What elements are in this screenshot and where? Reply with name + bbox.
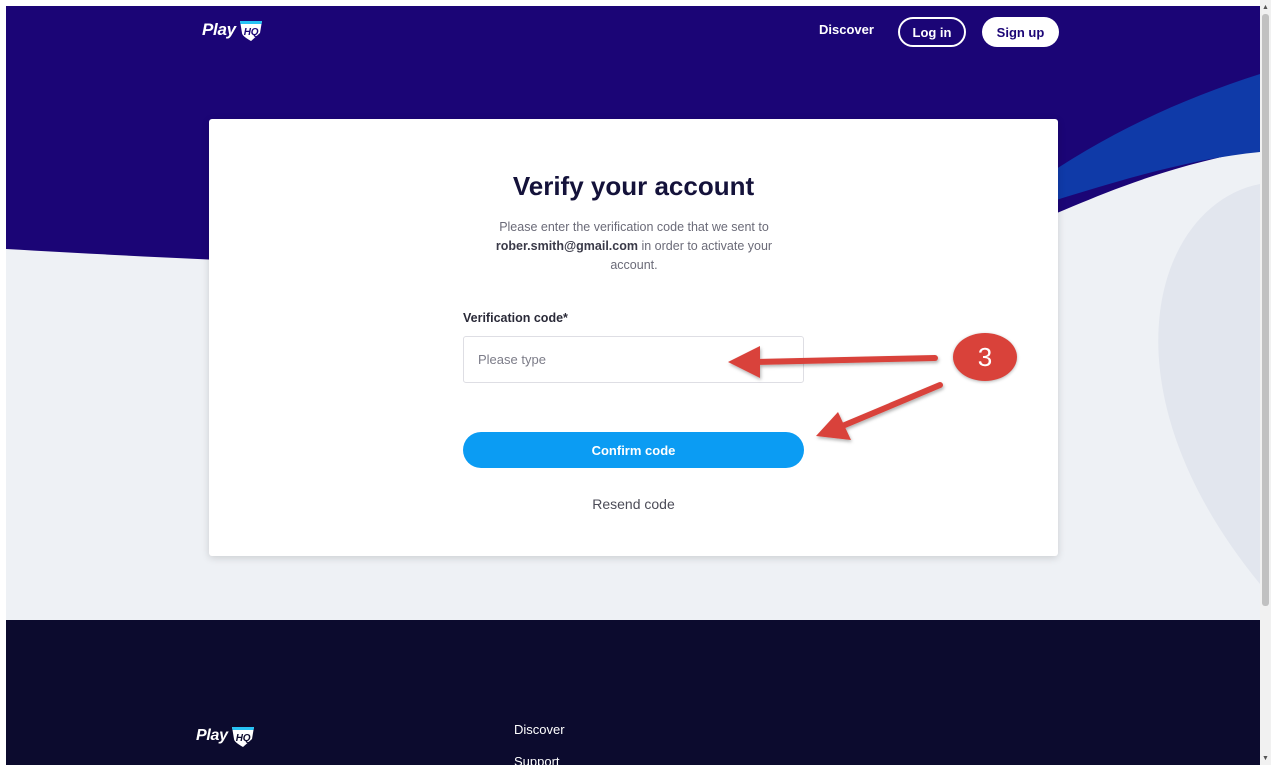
confirm-code-button[interactable]: Confirm code <box>463 432 804 468</box>
footer-discover-link[interactable]: Discover <box>514 722 565 737</box>
scrollbar-thumb[interactable] <box>1262 14 1269 606</box>
top-header: Play HQ Discover Log in Sign up <box>6 6 1260 54</box>
scroll-up-arrow-icon[interactable]: ▲ <box>1260 0 1271 14</box>
logo-text: Play <box>202 20 236 39</box>
playhq-shield-icon: HQ <box>238 18 264 42</box>
playhq-logo[interactable]: Play HQ <box>202 18 264 42</box>
footer-playhq-logo[interactable]: Play HQ <box>196 724 256 748</box>
verify-account-card: Verify your account Please enter the ver… <box>209 119 1058 556</box>
vertical-scrollbar[interactable]: ▲ ▼ <box>1260 0 1271 765</box>
nav-discover-link[interactable]: Discover <box>819 22 874 37</box>
login-button[interactable]: Log in <box>898 17 966 47</box>
site-footer: Play HQ Discover Support <box>6 620 1260 765</box>
step-number-badge: 3 <box>953 333 1017 381</box>
page-title: Verify your account <box>512 171 755 201</box>
footer-logo-text: Play <box>196 727 228 744</box>
instruction-text-before: Please enter the verification code that … <box>499 220 769 234</box>
footer-support-link[interactable]: Support <box>514 754 560 765</box>
verification-code-label: Verification code* <box>463 311 568 325</box>
resend-code-link[interactable]: Resend code <box>209 496 1058 512</box>
page: Play HQ Discover Log in Sign up Verify y… <box>0 0 1271 765</box>
playhq-shield-icon: HQ <box>230 724 256 748</box>
scroll-down-arrow-icon[interactable]: ▼ <box>1260 751 1271 765</box>
logo-badge-text: HQ <box>244 27 259 38</box>
user-email: rober.smith@gmail.com <box>495 239 638 253</box>
signup-button[interactable]: Sign up <box>982 17 1059 47</box>
verification-instructions: Please enter the verification code that … <box>474 218 794 275</box>
verification-code-input[interactable] <box>463 336 804 383</box>
footer-logo-badge-text: HQ <box>236 733 251 744</box>
